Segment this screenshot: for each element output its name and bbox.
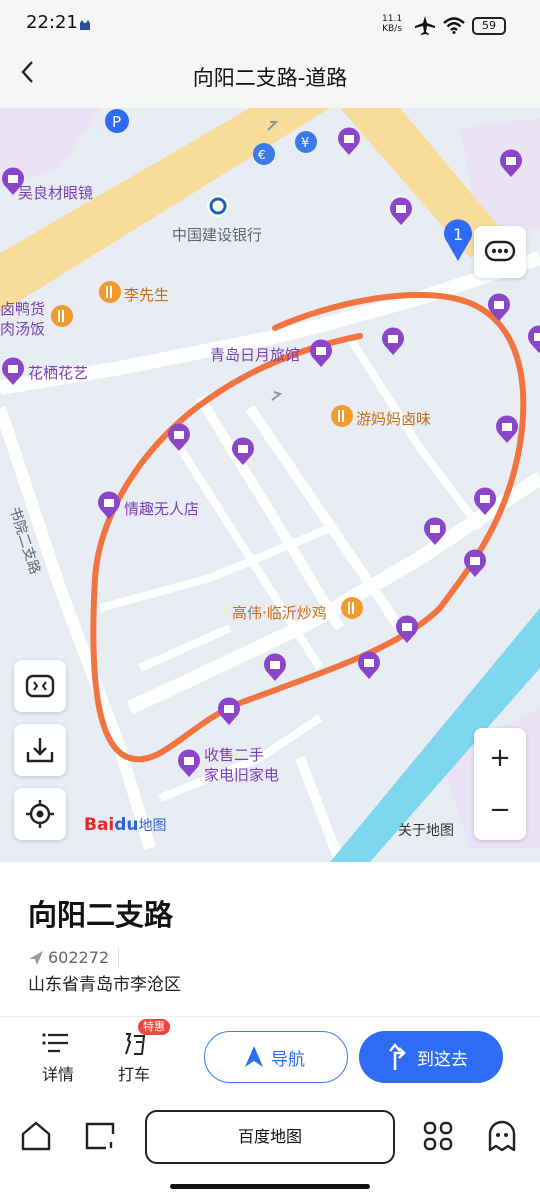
shop-icon <box>264 653 286 681</box>
poi-label[interactable]: 游妈妈卤味 <box>356 408 431 429</box>
navigate-arrow-icon <box>245 1046 263 1067</box>
shop-icon <box>358 651 380 679</box>
shop-icon <box>488 293 510 321</box>
restaurant-icon-4 <box>341 597 363 619</box>
shop-icon <box>390 197 412 225</box>
net-speed-value: 11.1 <box>382 14 403 24</box>
download-icon <box>26 738 54 763</box>
poi-label[interactable]: 高伟·临沂炒鸡 <box>232 602 327 623</box>
logo-paw: du <box>114 815 139 835</box>
go-here-button[interactable]: 到这去 <box>359 1031 503 1083</box>
locate-me-button[interactable] <box>14 788 66 840</box>
app-notification-icon <box>80 20 90 30</box>
shop-icon <box>528 325 540 353</box>
place-code: 602272 <box>48 948 110 967</box>
chat-bubble-icon <box>484 240 516 262</box>
poi-label[interactable]: 中国建设银行 <box>172 224 262 245</box>
zoom-control: + − <box>474 728 526 840</box>
zoom-out-button[interactable]: − <box>474 786 526 834</box>
restaurant-icon-2 <box>51 305 73 327</box>
poi-label[interactable]: 收售二手 <box>204 744 264 765</box>
shop-icon <box>500 149 522 177</box>
svg-text:P: P <box>112 113 121 131</box>
shop-icon <box>396 615 418 643</box>
poi-label[interactable]: 李先生 <box>124 284 169 305</box>
shop-icon <box>218 697 240 725</box>
about-map-link[interactable]: 关于地图 <box>398 820 454 840</box>
svg-text:¥: ¥ <box>301 136 309 151</box>
poi-label[interactable]: 卤鸭货 <box>0 298 45 319</box>
route-turn-icon <box>389 1043 406 1070</box>
place-address: 山东省青岛市李沧区 <box>28 975 181 995</box>
apps-grid-icon[interactable] <box>422 1120 454 1152</box>
shop-icon <box>168 423 190 451</box>
shop-icon <box>496 415 518 443</box>
details-label: 详情 <box>41 1065 74 1084</box>
navigate-label: 导航 <box>271 1050 305 1070</box>
taxi-label: 打车 <box>117 1065 150 1084</box>
marker-number: 1 <box>453 225 463 244</box>
sheet-divider <box>0 1016 540 1017</box>
baidu-map-tab[interactable]: 百度地图 <box>145 1110 395 1164</box>
shop-icon <box>310 339 332 367</box>
go-here-label: 到这去 <box>417 1050 468 1070</box>
page-title: 向阳二支路-道路 <box>192 66 348 90</box>
shop-icon <box>382 327 404 355</box>
shop-icon <box>474 487 496 515</box>
taxi-button[interactable]: 打车 <box>106 1028 162 1084</box>
shop-icon <box>338 127 360 155</box>
net-speed: 11.1 KB/s <box>382 14 402 34</box>
download-map-button[interactable] <box>14 724 66 776</box>
profile-ghost-icon[interactable] <box>486 1120 518 1152</box>
restaurant-icon-3 <box>331 405 353 427</box>
parking-icon: P <box>105 109 129 133</box>
shop-icon <box>424 517 446 545</box>
atm-icon: ¥ <box>295 131 317 153</box>
map-view[interactable]: P € ¥ 1 吴良材眼镜 中国建设银行 李先生 卤鸭货 肉汤饭 花栖花艺 青岛… <box>0 108 540 862</box>
poi-label[interactable]: 花栖花艺 <box>28 362 88 383</box>
baidu-map-logo: Baidu地图 <box>84 815 167 835</box>
place-name: 向阳二支路 <box>28 898 174 932</box>
poi-label[interactable]: 家电旧家电 <box>204 764 279 785</box>
wifi-icon <box>443 17 465 34</box>
home-indicator <box>170 1184 370 1189</box>
battery-indicator: 59 <box>472 17 506 35</box>
shop-icon <box>178 749 200 777</box>
zoom-in-button[interactable]: + <box>474 734 526 782</box>
taxi-promo-badge: 特惠 <box>138 1019 170 1035</box>
bank-icon: € <box>253 143 275 165</box>
ar-view-button[interactable] <box>14 660 66 712</box>
shop-icon <box>2 357 25 385</box>
ccb-bank-icon <box>207 195 229 217</box>
poi-label[interactable]: 肉汤饭 <box>0 318 45 339</box>
details-button[interactable]: 详情 <box>30 1028 86 1084</box>
list-icon <box>42 1033 68 1053</box>
ar-icon <box>25 674 55 698</box>
crosshair-icon <box>26 800 54 828</box>
shop-icon <box>464 549 486 577</box>
navigate-button[interactable]: 导航 <box>204 1031 348 1083</box>
restaurant-icon <box>99 281 121 303</box>
card-icon[interactable] <box>84 1120 116 1152</box>
home-icon[interactable] <box>20 1120 52 1152</box>
svg-text:€: € <box>258 148 266 162</box>
airplane-icon <box>415 16 435 35</box>
code-divider <box>118 948 119 966</box>
net-speed-unit: KB/s <box>382 24 402 34</box>
shop-icon <box>232 437 254 465</box>
logo-ditu: 地图 <box>138 818 167 834</box>
poi-label[interactable]: 情趣无人店 <box>124 498 199 519</box>
poi-label[interactable]: 青岛日月旅馆 <box>210 344 300 365</box>
logo-bai: Bai <box>84 815 115 835</box>
distance-arrow-icon <box>29 951 43 965</box>
chat-assistant-button[interactable] <box>474 226 526 278</box>
location-marker-icon[interactable]: 1 <box>442 218 474 262</box>
shop-icon <box>98 491 120 519</box>
status-time: 22:21 <box>26 12 78 33</box>
poi-label[interactable]: 吴良材眼镜 <box>18 182 93 203</box>
